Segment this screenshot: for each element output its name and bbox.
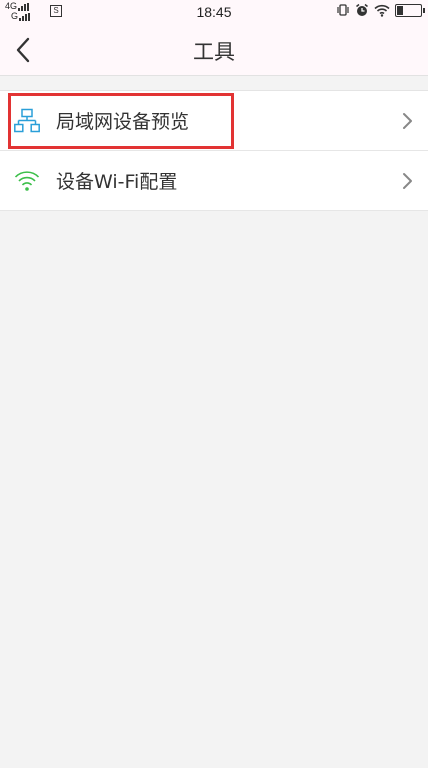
lan-network-icon <box>14 108 40 133</box>
wifi-status-icon <box>374 4 390 17</box>
menu-item-lan-device-preview[interactable]: 局域网设备预览 <box>0 91 428 151</box>
menu-item-device-wifi-config[interactable]: 设备Wi-Fi配置 <box>0 151 428 211</box>
chevron-right-icon <box>403 173 412 189</box>
menu-item-label: 局域网设备预览 <box>56 111 190 133</box>
top-nav-bar: 工具 <box>0 24 428 76</box>
alarm-clock-icon <box>356 3 368 16</box>
tools-menu-list: 局域网设备预览 设备Wi-Fi配置 <box>0 90 428 211</box>
status-bar: 4G G S 18:45 <box>0 0 428 24</box>
chevron-left-icon <box>16 37 30 63</box>
wifi-icon <box>14 171 40 191</box>
menu-item-label: 设备Wi-Fi配置 <box>56 171 178 193</box>
back-button[interactable] <box>8 34 40 66</box>
vibrate-icon <box>337 4 349 16</box>
battery-icon <box>395 3 425 17</box>
page-title: 工具 <box>193 40 235 64</box>
chevron-right-icon <box>403 113 412 129</box>
